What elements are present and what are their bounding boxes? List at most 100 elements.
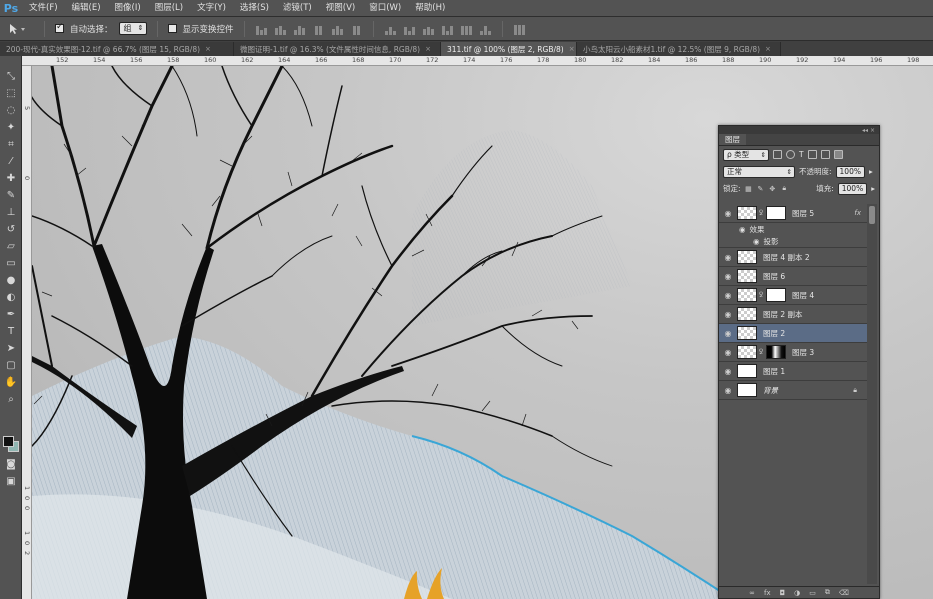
healing-brush-tool-icon[interactable]: ✚ xyxy=(0,170,22,187)
align-bottom-icon[interactable] xyxy=(293,23,306,35)
pen-tool-icon[interactable]: ✒ xyxy=(0,306,22,323)
adjustment-filter-icon[interactable] xyxy=(786,150,795,159)
lasso-tool-icon[interactable]: ◌ xyxy=(0,102,22,119)
move-tool-icon[interactable] xyxy=(8,21,34,37)
fx-icon[interactable]: fx xyxy=(854,209,861,217)
visibility-eye-icon[interactable]: ◉ xyxy=(719,367,737,376)
screen-mode-icon[interactable]: ▣ xyxy=(0,473,22,490)
magic-wand-tool-icon[interactable]: ✦ xyxy=(0,119,22,136)
close-icon[interactable]: × xyxy=(425,45,431,53)
layer-row[interactable]: ◉ 图层 6 xyxy=(719,267,867,286)
trash-icon[interactable]: ⌫ xyxy=(839,589,849,597)
visibility-eye-icon[interactable]: ◉ xyxy=(719,329,737,338)
close-icon[interactable]: × xyxy=(765,45,771,53)
effect-eye-icon[interactable]: ◉ xyxy=(739,225,746,234)
dodge-tool-icon[interactable]: ◐ xyxy=(0,289,22,306)
layer-mask-thumbnail[interactable] xyxy=(766,206,786,220)
visibility-eye-icon[interactable]: ◉ xyxy=(719,291,737,300)
distribute-hcenter-icon[interactable] xyxy=(460,23,473,35)
layer-row[interactable]: ◉ ꝿ 图层 5 fx xyxy=(719,204,867,223)
close-icon[interactable]: × xyxy=(205,45,211,53)
effect-item-row[interactable]: ◉ 投影 xyxy=(719,235,867,248)
align-vcenter-icon[interactable] xyxy=(274,23,287,35)
lock-position-icon[interactable]: ✥ xyxy=(768,185,776,193)
auto-select-dropdown[interactable]: 组 xyxy=(118,22,147,35)
hand-tool-icon[interactable]: ✋ xyxy=(0,374,22,391)
distribute-left-icon[interactable] xyxy=(441,23,454,35)
auto-select-checkbox[interactable] xyxy=(55,22,64,33)
menu-window[interactable]: 窗口(W) xyxy=(362,0,408,17)
align-left-icon[interactable] xyxy=(312,23,325,35)
document-tab[interactable]: 200-现代-真实效果图-12.tif @ 66.7% (图层 15, RGB/… xyxy=(0,42,234,56)
menu-layer[interactable]: 图层(L) xyxy=(148,0,190,17)
align-right-icon[interactable] xyxy=(350,23,363,35)
effects-header-row[interactable]: ◉ 效果 xyxy=(719,223,867,235)
path-selection-tool-icon[interactable]: ➤ xyxy=(0,340,22,357)
visibility-eye-icon[interactable]: ◉ xyxy=(719,253,737,262)
distribute-right-icon[interactable] xyxy=(479,23,492,35)
shape-tool-icon[interactable]: ▢ xyxy=(0,357,22,374)
panel-collapse-bar[interactable]: ◂◂ × xyxy=(719,126,879,134)
blend-mode-dropdown[interactable]: 正常 xyxy=(723,165,795,178)
menu-image[interactable]: 图像(I) xyxy=(108,0,148,17)
fill-arrow-icon[interactable]: ▸ xyxy=(871,184,875,193)
fx-icon[interactable]: fx xyxy=(764,589,771,597)
menu-help[interactable]: 帮助(H) xyxy=(408,0,452,17)
layers-scrollbar[interactable] xyxy=(867,204,877,584)
gradient-tool-icon[interactable]: ▭ xyxy=(0,255,22,272)
lock-transparent-icon[interactable]: ▦ xyxy=(745,185,753,193)
layer-mask-thumbnail[interactable] xyxy=(766,345,786,359)
distribute-vcenter-icon[interactable] xyxy=(403,23,416,35)
effect-eye-icon[interactable]: ◉ xyxy=(753,237,760,246)
layer-row[interactable]: ◉ 背景 🔒︎ xyxy=(719,381,867,400)
layer-row[interactable]: ◉ 图层 4 副本 2 xyxy=(719,248,867,267)
lock-all-icon[interactable]: 🔒︎ xyxy=(780,184,788,193)
shape-filter-icon[interactable] xyxy=(807,150,817,159)
visibility-eye-icon[interactable]: ◉ xyxy=(719,310,737,319)
show-transform-checkbox[interactable] xyxy=(167,24,177,33)
type-filter-icon[interactable]: T xyxy=(799,150,804,159)
visibility-eye-icon[interactable]: ◉ xyxy=(719,386,737,395)
fill-input[interactable]: 100% xyxy=(837,182,868,195)
auto-align-icon[interactable] xyxy=(513,23,526,35)
align-hcenter-icon[interactable] xyxy=(331,23,344,35)
layer-row[interactable]: ◉ 图层 2 副本 xyxy=(719,305,867,324)
menu-view[interactable]: 视图(V) xyxy=(319,0,362,17)
brush-tool-icon[interactable]: ✎ xyxy=(0,187,22,204)
align-top-icon[interactable] xyxy=(255,23,268,35)
marquee-tool-icon[interactable]: ⬚ xyxy=(0,85,22,102)
tab-layers[interactable]: 图层 xyxy=(719,134,746,145)
menu-select[interactable]: 选择(S) xyxy=(233,0,276,17)
blur-tool-icon[interactable]: ● xyxy=(0,272,22,289)
menu-filter[interactable]: 滤镜(T) xyxy=(276,0,319,17)
distribute-bottom-icon[interactable] xyxy=(422,23,435,35)
document-tab-active[interactable]: 311.tif @ 100% (图层 2, RGB/8) × xyxy=(441,42,577,56)
layer-row[interactable]: ◉ ꝿ 图层 4 xyxy=(719,286,867,305)
collapse-icon[interactable]: ◂◂ × xyxy=(862,127,875,134)
type-tool-icon[interactable]: T xyxy=(0,323,22,340)
layer-row[interactable]: ◉ ꝿ 图层 3 xyxy=(719,343,867,362)
distribute-top-icon[interactable] xyxy=(384,23,397,35)
menu-edit[interactable]: 编辑(E) xyxy=(65,0,108,17)
mask-icon[interactable]: ◘ xyxy=(780,589,786,597)
visibility-eye-icon[interactable]: ◉ xyxy=(719,272,737,281)
crop-tool-icon[interactable]: ⌗ xyxy=(0,136,22,153)
history-brush-tool-icon[interactable]: ↺ xyxy=(0,221,22,238)
group-icon[interactable]: ▭ xyxy=(809,589,816,597)
layer-mask-thumbnail[interactable] xyxy=(766,288,786,302)
document-tab[interactable]: 微图证明-1.tif @ 16.3% (文件属性时间信息, RGB/8) × xyxy=(234,42,441,56)
lock-pixels-icon[interactable]: ✎ xyxy=(756,185,764,193)
menu-type[interactable]: 文字(Y) xyxy=(190,0,233,17)
smart-object-filter-icon[interactable] xyxy=(820,150,830,159)
visibility-eye-icon[interactable]: ◉ xyxy=(719,348,737,357)
zoom-tool-icon[interactable]: ⌕ xyxy=(0,391,22,408)
move-tool-icon[interactable]: ⤡ xyxy=(0,68,22,85)
close-icon[interactable]: × xyxy=(569,45,575,53)
eyedropper-tool-icon[interactable]: ⁄ xyxy=(0,153,22,170)
image-filter-icon[interactable] xyxy=(773,150,782,159)
visibility-eye-icon[interactable]: ◉ xyxy=(719,209,737,218)
opacity-input[interactable]: 100% xyxy=(835,165,865,178)
filter-type-dropdown[interactable]: ρ 类型 xyxy=(723,148,769,161)
scrollbar-thumb[interactable] xyxy=(869,206,875,224)
document-tab[interactable]: 小鸟太阳云小船素材1.tif @ 12.5% (图层 9, RGB/8) × xyxy=(577,42,781,56)
